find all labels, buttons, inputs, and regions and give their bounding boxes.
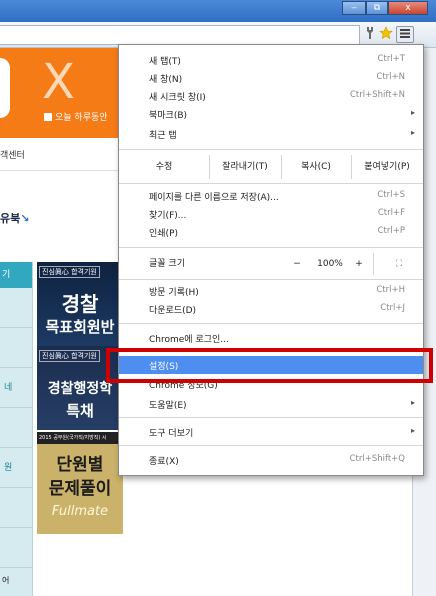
ad-subtitle: 목표회원반	[45, 318, 115, 336]
ad-banner-police[interactable]: 진심眞心 합격기원 경찰 목표회원반	[37, 262, 123, 346]
left-nav-item[interactable]	[0, 488, 32, 528]
menu-cell-divider	[373, 253, 374, 275]
menu-item-sign-in[interactable]: Chrome에 로그인...	[119, 329, 423, 347]
ad-title: 단원별	[56, 455, 104, 475]
left-nav-head[interactable]: 기	[0, 262, 32, 288]
left-nav-item[interactable]	[0, 408, 32, 448]
menu-separator	[119, 445, 423, 446]
close-button[interactable]: x	[388, 1, 428, 15]
menu-item-exit[interactable]: 종료(X) Ctrl+Shift+Q	[119, 451, 423, 469]
chrome-menu: 새 탭(T) Ctrl+T 새 창(N) Ctrl+N 새 시크릿 창(I) Ctrl…	[118, 44, 424, 476]
menu-separator	[119, 279, 423, 280]
menu-item-new-tab[interactable]: 새 탭(T) Ctrl+T	[119, 51, 423, 69]
zoom-plus-button[interactable]: +	[349, 253, 369, 275]
menu-item-more-tools[interactable]: 도구 더보기 ▸	[119, 423, 423, 441]
menu-separator	[119, 149, 423, 150]
ad-banner-fullmate[interactable]: 2015 공무원(국가직/지방직) 시 단원별 문제풀이 Fullmate	[37, 432, 123, 534]
menu-copy-button[interactable]: 복사(C)	[281, 155, 351, 179]
chevron-right-icon: ▸	[410, 108, 415, 117]
ad-tag: 진심眞心 합격기원	[39, 266, 100, 278]
menu-separator	[119, 323, 423, 324]
menu-item-history[interactable]: 방문 기록(H) Ctrl+H	[119, 282, 423, 300]
menu-zoom-label: 글꼴 크기	[149, 259, 185, 269]
left-nav-item[interactable]: 원	[0, 448, 32, 488]
left-nav-item[interactable]	[0, 528, 32, 568]
chevron-right-icon: ▸	[410, 398, 415, 407]
ad-tag: 진심眞心 합격기원	[39, 350, 100, 362]
address-bar[interactable]	[0, 25, 360, 45]
menu-item-find[interactable]: 찾기(F)... Ctrl+F	[119, 205, 423, 223]
window-titlebar: ‒ ⧉ x	[0, 0, 436, 22]
chevron-right-icon: ▸	[410, 426, 415, 435]
today-checkbox-label: 오늘 하루동안	[55, 113, 108, 123]
ad-title: 경찰	[61, 292, 99, 316]
menu-edit-label: 수정	[155, 162, 173, 172]
menu-item-bookmarks[interactable]: 북마크(B) ▸	[119, 105, 423, 123]
ad-subtitle: 특채	[66, 402, 94, 420]
page-snippet-text: 유북↘	[0, 212, 30, 225]
menu-item-help[interactable]: 도움말(E) ▸	[119, 395, 423, 413]
menu-item-incognito[interactable]: 새 시크릿 창(I) Ctrl+Shift+N	[119, 87, 423, 105]
chevron-right-icon: ▸	[410, 128, 415, 137]
menu-cut-button[interactable]: 잘라내기(T)	[209, 155, 281, 179]
menu-icon[interactable]	[396, 26, 414, 43]
menu-item-downloads[interactable]: 다운로드(D) Ctrl+J	[119, 300, 423, 318]
fullscreen-icon[interactable]: ⛶	[385, 253, 413, 275]
ad-brand: Fullmate	[51, 504, 109, 519]
left-nav-item[interactable]: 네	[0, 368, 32, 408]
menu-separator	[119, 417, 423, 418]
ad-subtitle: 문제풀이	[48, 479, 112, 499]
minimize-button[interactable]: ‒	[342, 1, 366, 15]
today-checkbox[interactable]: 오늘 하루동안	[44, 110, 108, 123]
ad-strip: 2015 공무원(국가직/지방직) 시	[37, 432, 123, 444]
star-icon[interactable]	[378, 26, 394, 43]
customer-center-tab[interactable]: 객센터	[0, 148, 25, 161]
highlight-box	[106, 348, 433, 383]
menu-item-print[interactable]: 인쇄(P) Ctrl+P	[119, 223, 423, 241]
menu-item-new-window[interactable]: 새 창(N) Ctrl+N	[119, 69, 423, 87]
menu-separator	[119, 247, 423, 248]
close-banner-icon[interactable]: X	[42, 54, 75, 110]
restore-button[interactable]: ⧉	[366, 1, 388, 15]
menu-item-save-page[interactable]: 페이지를 다른 이름으로 저장(A)... Ctrl+S	[119, 187, 423, 205]
zoom-minus-button[interactable]: −	[287, 253, 307, 275]
left-nav-tail: 어	[2, 576, 10, 585]
left-nav: 기 네 원 어	[0, 262, 33, 596]
menu-item-recent-tabs[interactable]: 최근 탭 ▸	[119, 125, 423, 143]
menu-separator	[119, 183, 423, 184]
wrench-icon[interactable]	[362, 26, 378, 43]
site-logo[interactable]	[0, 58, 10, 118]
zoom-level: 100%	[317, 259, 343, 269]
left-nav-item[interactable]	[0, 288, 32, 328]
left-nav-item[interactable]	[0, 328, 32, 368]
menu-paste-button[interactable]: 붙여넣기(P)	[351, 155, 423, 179]
